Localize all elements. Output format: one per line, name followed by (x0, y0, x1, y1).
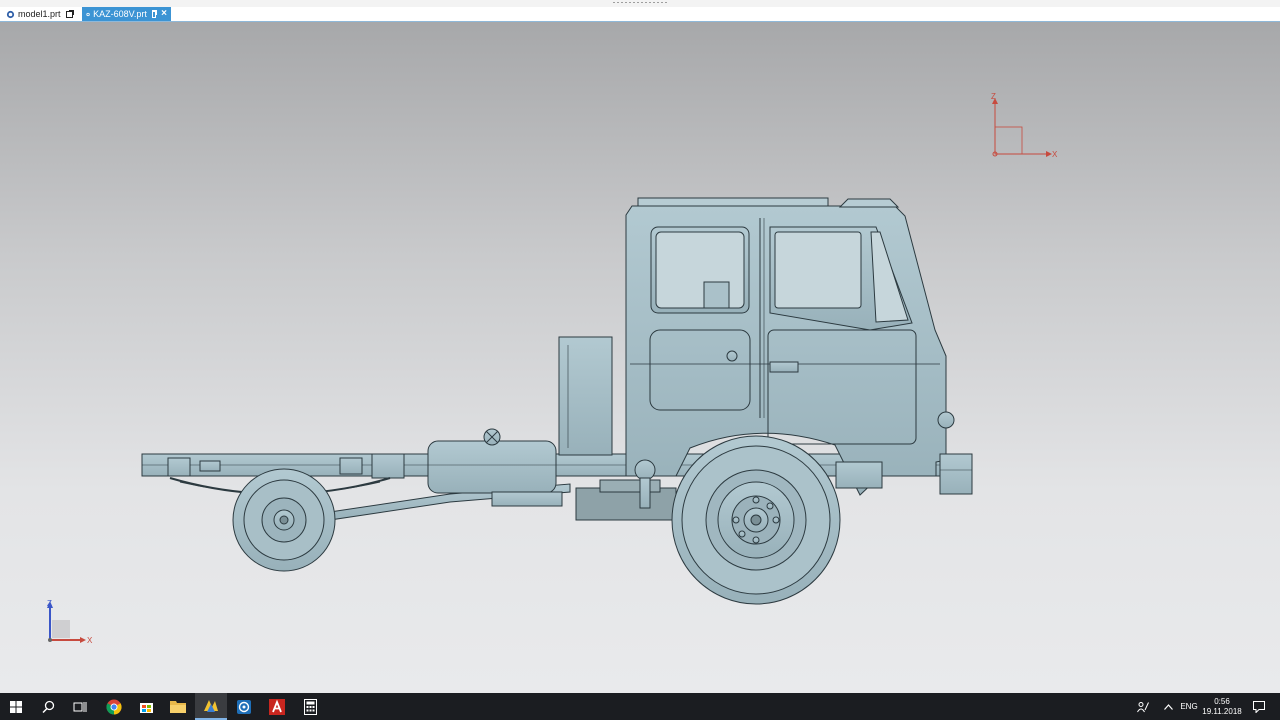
show-hidden-icons-button[interactable] (1158, 693, 1178, 720)
view-triad: Z X (47, 599, 93, 645)
tab-kaz-608v[interactable]: KAZ-608V.prt × (82, 7, 171, 21)
corner-x-label: X (87, 636, 93, 645)
task-view-icon (73, 701, 87, 712)
nx-icon (204, 699, 218, 712)
chevron-up-icon (1163, 703, 1173, 710)
taskbar-app-nx[interactable] (195, 693, 227, 720)
popout-icon[interactable] (65, 9, 74, 18)
windows-taskbar: ENG 0:56 19.11.2018 (0, 693, 1280, 720)
action-center-button[interactable] (1247, 693, 1271, 720)
taskbar-app-file-explorer[interactable] (162, 693, 194, 720)
taskbar-app-autocad[interactable] (261, 693, 293, 720)
people-icon (1137, 701, 1149, 712)
taskbar-app-blue[interactable] (228, 693, 260, 720)
truck-model[interactable] (141, 197, 973, 605)
app-blue-icon (237, 699, 251, 714)
folder-icon (170, 701, 186, 713)
graphics-viewport[interactable]: Z X Z X (0, 22, 1280, 693)
notification-icon (1253, 700, 1265, 713)
store-icon (139, 703, 153, 713)
document-tab-bar: model1.prt KAZ-608V.prt × (0, 7, 1280, 22)
start-button[interactable] (0, 693, 32, 720)
wcs-triad: Z X (991, 92, 1058, 159)
calculator-icon (303, 698, 317, 715)
chrome-icon (106, 699, 122, 715)
windows-logo-icon (10, 700, 22, 713)
pen-workspace-button[interactable] (1129, 693, 1157, 720)
model-canvas: Z X Z X (47, 92, 1058, 645)
close-icon[interactable]: × (161, 9, 167, 19)
nx-part-icon (6, 10, 15, 18)
tab-label: model1.prt (18, 9, 61, 19)
triad-z-label: Z (991, 92, 996, 101)
search-icon (41, 700, 54, 713)
taskbar-app-store[interactable] (130, 693, 162, 720)
popout-icon[interactable] (151, 9, 158, 18)
tab-model1[interactable]: model1.prt (2, 7, 80, 21)
nx-part-icon (86, 12, 90, 16)
search-button[interactable] (32, 693, 64, 720)
task-view-button[interactable] (64, 693, 96, 720)
autocad-icon (269, 698, 285, 715)
taskbar-app-chrome[interactable] (98, 693, 130, 720)
input-language[interactable]: ENG (1178, 702, 1200, 711)
tab-label: KAZ-608V.prt (93, 9, 147, 19)
tray-date[interactable]: 19.11.2018 (1200, 707, 1244, 716)
tray-time[interactable]: 0:56 (1200, 697, 1244, 706)
triad-x-label: X (1052, 150, 1058, 159)
grip-dots (612, 1, 668, 5)
corner-z-label: Z (47, 599, 52, 608)
taskbar-app-calculator[interactable] (294, 693, 326, 720)
top-resize-grip[interactable] (0, 0, 1280, 7)
